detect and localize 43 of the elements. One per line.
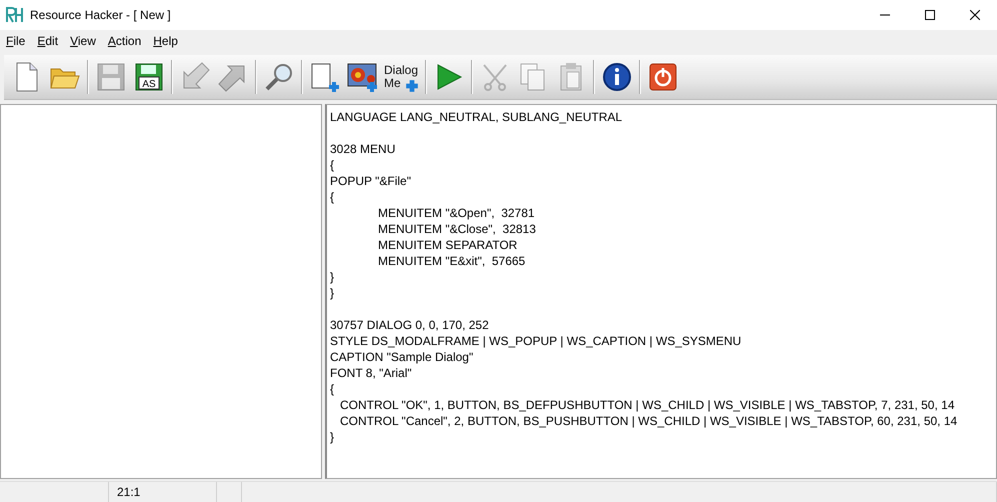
add-image-icon — [347, 61, 379, 93]
app-logo-icon — [6, 7, 24, 23]
menu-item[interactable]: File — [0, 32, 32, 50]
code-line: MENUITEM SEPARATOR — [377, 237, 518, 253]
code-line: MENUITEM "E&xit", 57665 — [377, 253, 526, 269]
code-line: MENUITEM "&Open", 32781 — [377, 205, 536, 221]
code-line: POPUP "&File" — [330, 173, 412, 189]
code-line: MENUITEM "&Close", 32813 — [377, 221, 537, 237]
code-line: } — [330, 285, 336, 301]
maximize-icon — [924, 10, 934, 20]
script-editor[interactable] — [325, 104, 997, 479]
code-line: { — [330, 157, 336, 173]
save-as-icon: AS — [135, 63, 163, 91]
code-line: CONTROL "Cancel", 2, BUTTON, BS_PUSHBUTTON | WS_CHILD | WS_VISIBLE | WS_TABSTOP, 60, 231, 50, 14 — [339, 413, 958, 429]
code-line: { — [330, 189, 336, 205]
close-icon — [970, 10, 980, 20]
menu-item[interactable]: Help — [147, 32, 184, 50]
code-line: } — [330, 269, 336, 285]
window-title: Resource Hacker - [ New ] — [30, 8, 171, 22]
power-icon — [649, 63, 677, 91]
copy-icon — [519, 62, 547, 92]
cursor-position: 21:1 — [109, 482, 217, 502]
menu-item[interactable]: View — [64, 32, 102, 50]
code-line: CAPTION "Sample Dialog" — [330, 349, 474, 365]
code-line: { — [330, 381, 336, 397]
code-line: LANGUAGE LANG_NEUTRAL, SUBLANG_NEUTRAL — [330, 109, 624, 125]
add-page-icon — [309, 61, 341, 93]
plus-icon — [405, 79, 419, 93]
play-icon — [435, 63, 463, 91]
code-line: CONTROL "OK", 1, BUTTON, BS_DEFPUSHBUTTON | WS_CHILD | WS_VISIBLE | WS_TABSTOP, 7, 231, 50, 14 — [339, 397, 956, 413]
clipboard-icon — [558, 62, 584, 92]
code-line: STYLE DS_MODALFRAME | WS_POPUP | WS_CAPTION | WS_SYSMENU — [330, 333, 742, 349]
menu-item[interactable]: Edit — [31, 32, 64, 50]
code-line: FONT 8, "Arial" — [330, 365, 413, 381]
code-line: 30757 DIALOG 0, 0, 170, 252 — [330, 317, 490, 333]
new-file-icon — [14, 62, 40, 92]
dialog-menu-button[interactable]: Dialog Me — [382, 58, 422, 96]
code-line: 3028 MENU — [330, 141, 396, 157]
menu-item[interactable]: Action — [102, 32, 148, 50]
search-icon — [264, 62, 294, 92]
code-line: } — [330, 429, 336, 445]
save-as-button[interactable]: AS — [130, 58, 168, 96]
info-icon — [602, 62, 632, 92]
